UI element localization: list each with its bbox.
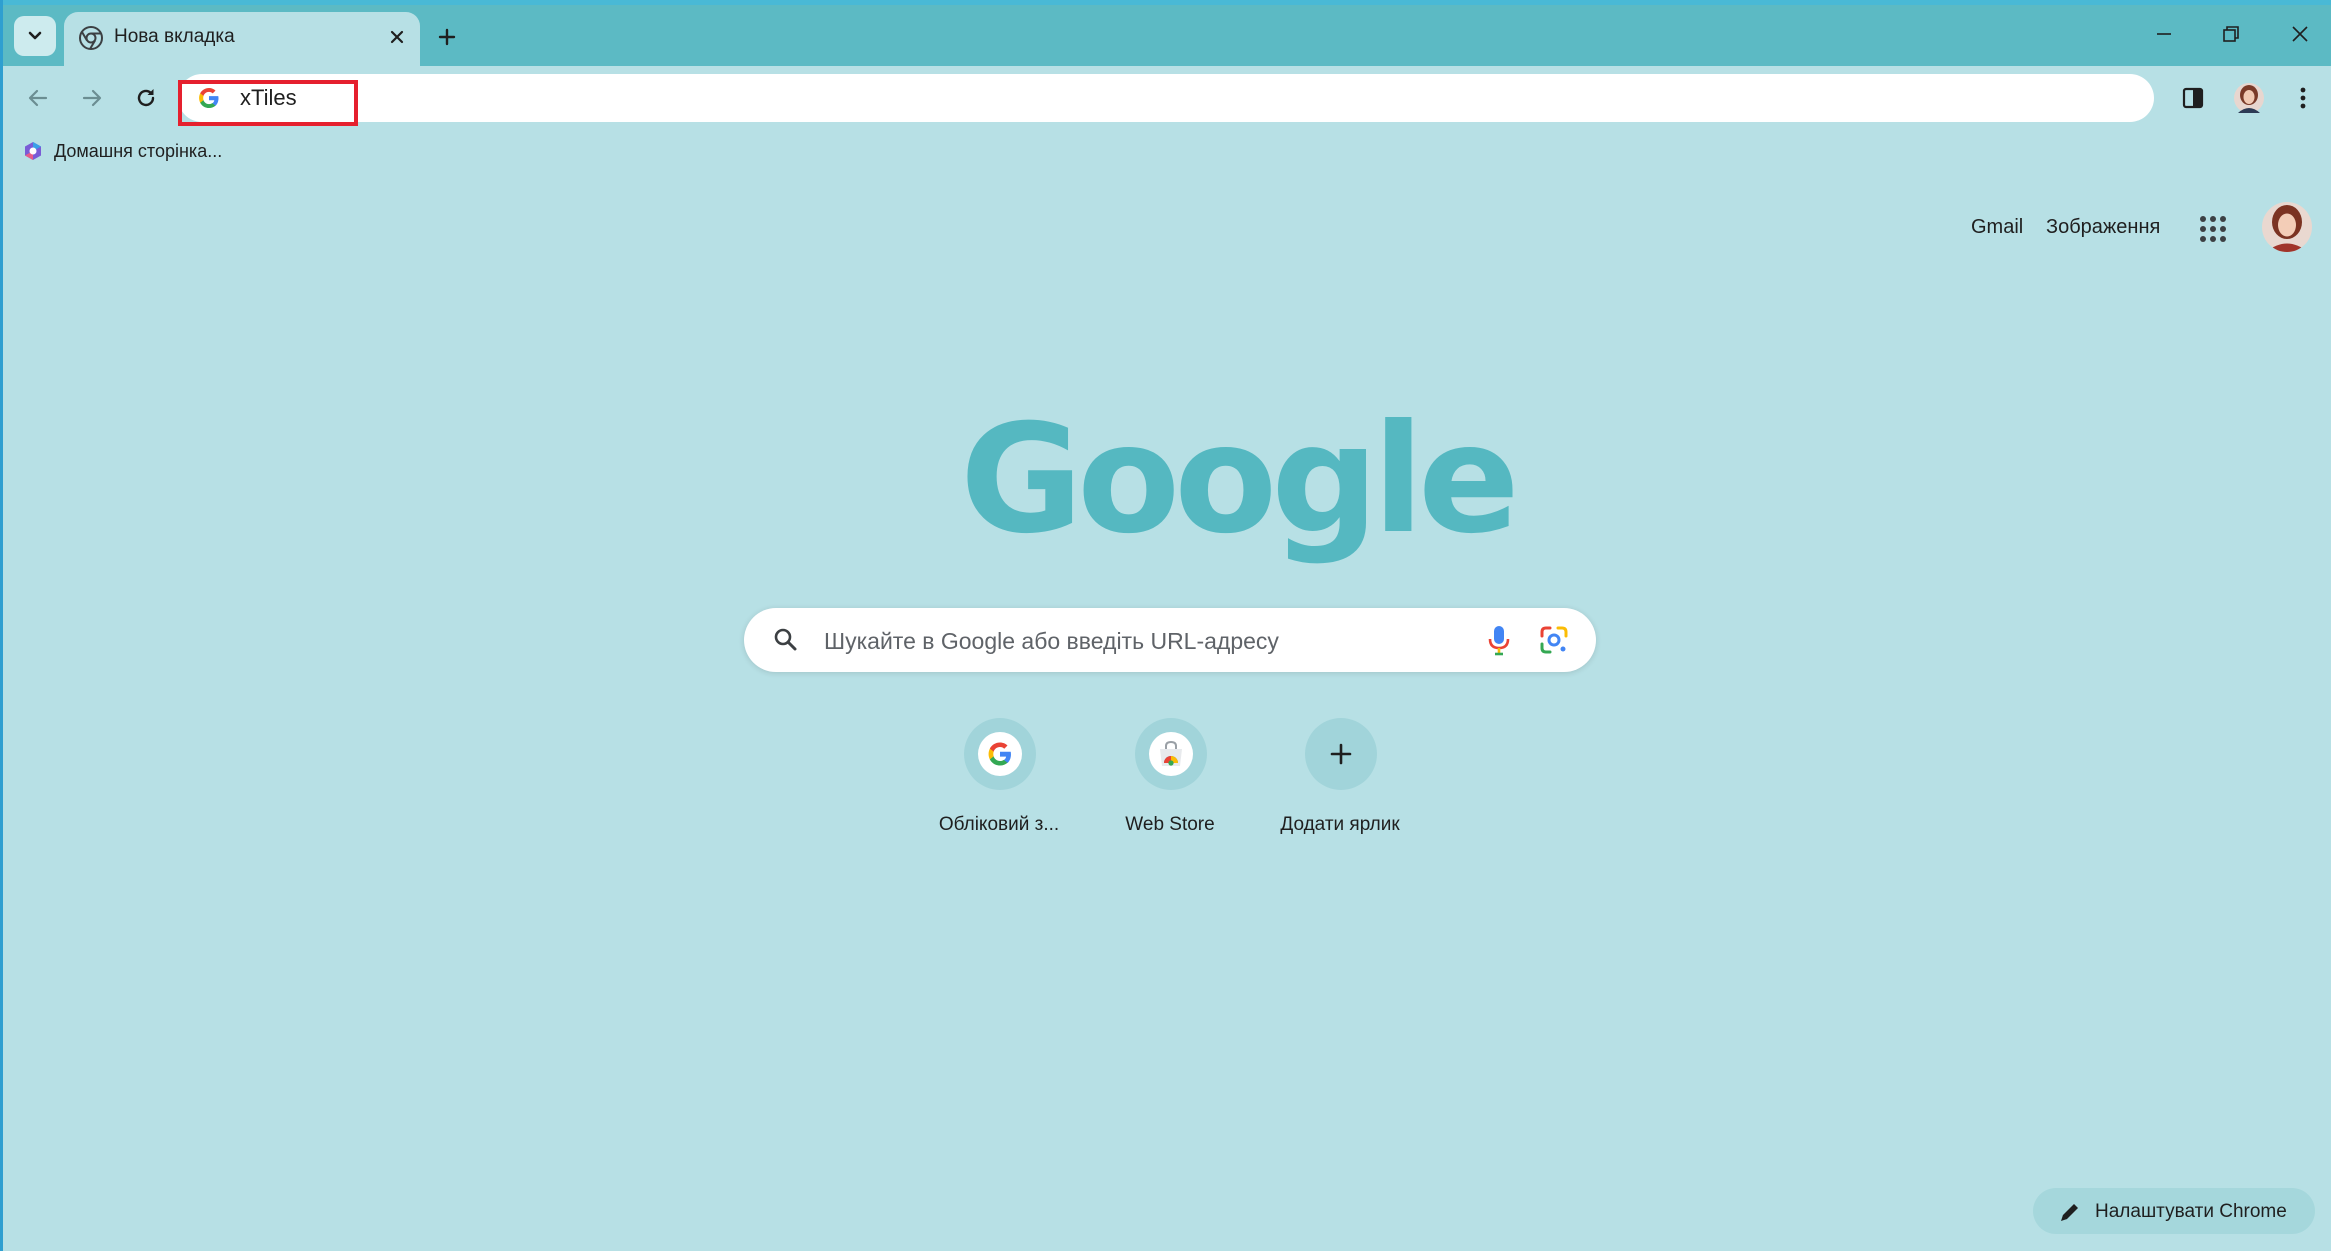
search-placeholder: Шукайте в Google або введіть URL-адресу <box>824 628 1279 654</box>
google-lens-icon[interactable] <box>1538 624 1570 656</box>
arrow-right-icon <box>82 89 102 107</box>
minimize-icon <box>2157 33 2171 35</box>
bookmark-home[interactable]: Домашня сторінка... <box>22 140 222 162</box>
reload-button[interactable] <box>126 78 166 118</box>
menu-button[interactable] <box>2283 78 2323 118</box>
shortcut-label: Додати ярлик <box>1280 814 1400 835</box>
kebab-menu-icon <box>2300 87 2306 109</box>
address-bar[interactable]: xTiles <box>178 74 2154 122</box>
close-icon <box>2292 26 2308 42</box>
shortcut-icon-circle <box>1305 718 1377 790</box>
profile-button[interactable] <box>2229 78 2269 118</box>
mic-icon[interactable] <box>1484 624 1514 656</box>
chrome-icon <box>79 26 103 50</box>
profile-avatar <box>2262 202 2312 252</box>
reload-icon <box>137 89 155 107</box>
shortcut-label: Web Store <box>1125 814 1215 835</box>
window-close-button[interactable] <box>2276 14 2324 54</box>
customize-chrome-label: Налаштувати Chrome <box>2095 1201 2287 1222</box>
bookmarks-bar: Домашня сторінка... <box>0 132 2331 172</box>
tab-strip: Нова вкладка <box>0 0 2331 66</box>
apps-grid-icon[interactable] <box>2196 212 2230 246</box>
restore-button[interactable] <box>2207 14 2255 54</box>
chrome-web-store-icon <box>1160 740 1182 766</box>
shortcut-web-store[interactable]: Web Store <box>1085 718 1255 848</box>
arrow-left-icon <box>28 89 48 107</box>
restore-icon <box>2223 26 2239 42</box>
images-link[interactable]: Зображення <box>2046 216 2160 239</box>
highlight-annotation <box>178 80 358 126</box>
chevron-down-icon <box>28 31 42 40</box>
minimize-button[interactable] <box>2140 14 2188 54</box>
forward-button[interactable] <box>72 78 112 118</box>
google-logo: Google <box>960 393 1520 567</box>
back-button[interactable] <box>18 78 58 118</box>
tab-search-button[interactable] <box>14 16 56 56</box>
pencil-icon <box>2061 1204 2078 1221</box>
tab-close-button[interactable] <box>382 22 412 52</box>
shortcut-label: Обліковий з... <box>938 814 1060 835</box>
close-icon <box>390 30 404 44</box>
tab-title: Нова вкладка <box>114 26 235 47</box>
window-top-border <box>0 0 2331 5</box>
plus-icon <box>438 28 456 46</box>
bookmark-label: Домашня сторінка... <box>54 140 223 161</box>
shortcut-icon-circle <box>964 718 1036 790</box>
customize-chrome-button[interactable]: Налаштувати Chrome <box>2033 1188 2315 1234</box>
side-panel-icon <box>2182 87 2204 109</box>
shortcut-icon-circle <box>1135 718 1207 790</box>
google-g-icon <box>988 742 1011 766</box>
tab-new-tab[interactable]: Нова вкладка <box>64 12 420 66</box>
search-icon <box>774 628 797 651</box>
search-box[interactable]: Шукайте в Google або введіть URL-адресу <box>744 608 1596 672</box>
new-tab-button[interactable] <box>430 20 464 54</box>
side-panel-button[interactable] <box>2173 78 2213 118</box>
plus-icon <box>1330 743 1352 765</box>
shortcut-add[interactable]: Додати ярлик <box>1255 718 1425 848</box>
window-left-border <box>0 0 3 1251</box>
profile-avatar <box>2234 83 2264 113</box>
account-avatar[interactable] <box>2262 202 2312 252</box>
shortcut-google-account[interactable]: Обліковий з... <box>914 718 1084 848</box>
gmail-link[interactable]: Gmail <box>1971 216 2023 239</box>
microsoft-365-icon <box>25 142 41 160</box>
